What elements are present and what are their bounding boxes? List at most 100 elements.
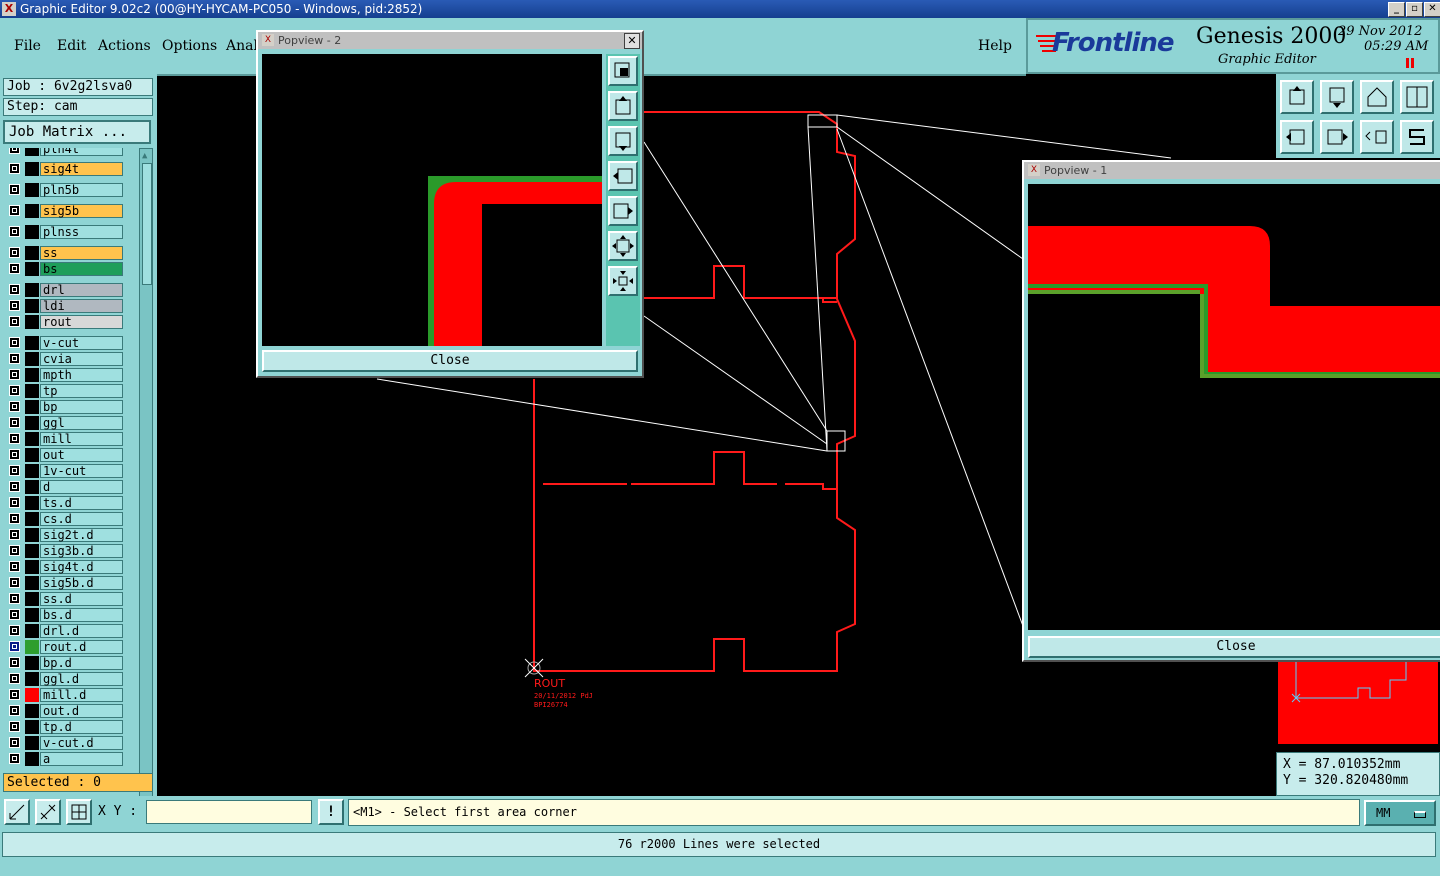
layer-color-swatch[interactable] [25,512,39,526]
layer-checkbox[interactable] [9,577,20,588]
layer-checkbox[interactable] [9,284,20,295]
layer-row[interactable]: rout [5,315,137,330]
layer-color-swatch[interactable] [25,496,39,510]
info-icon[interactable]: ! [318,799,344,825]
layer-color-swatch[interactable] [25,283,39,297]
layer-name[interactable]: sig4t.d [40,560,123,574]
layer-checkbox[interactable] [9,497,20,508]
layer-row[interactable]: cvia [5,352,137,367]
menu-file[interactable]: File [14,38,41,54]
layer-row[interactable]: sig5b.d [5,576,137,591]
layer-name[interactable]: bs [40,262,123,276]
layer-checkbox[interactable] [9,753,20,764]
layer-color-swatch[interactable] [25,225,39,239]
zoom-out-icon[interactable] [608,266,638,296]
layer-name[interactable]: out.d [40,704,123,718]
layer-color-swatch[interactable] [25,384,39,398]
layer-checkbox[interactable] [9,226,20,237]
layer-row[interactable]: bp.d [5,656,137,671]
layer-checkbox[interactable] [9,593,20,604]
minimize-button[interactable]: _ [1388,2,1405,17]
layer-row[interactable]: ldi [5,299,137,314]
menu-edit[interactable]: Edit [57,38,86,54]
close-window-button[interactable]: ✕ [1424,2,1440,17]
layer-checkbox[interactable] [9,369,20,380]
menu-options[interactable]: Options [162,38,217,54]
layer-name[interactable]: sig2t.d [40,528,123,542]
layer-color-swatch[interactable] [25,315,39,329]
layer-name[interactable]: sig5b.d [40,576,123,590]
units-select[interactable]: MM [1364,800,1436,826]
layer-name[interactable]: plnss [40,225,123,239]
popview-2-close-button[interactable]: Close [262,350,638,372]
menu-actions[interactable]: Actions [98,38,151,54]
layer-color-swatch[interactable] [25,148,39,156]
layer-checkbox[interactable] [9,705,20,716]
layer-row[interactable]: d [5,480,137,495]
layer-row[interactable]: pln4t [5,148,137,157]
layer-name[interactable]: out [40,448,123,462]
home-view-icon[interactable] [1360,80,1394,114]
job-matrix-button[interactable]: Job Matrix ... [3,120,151,144]
layer-name[interactable]: pln5b [40,183,123,197]
layer-row[interactable]: 1v-cut [5,464,137,479]
menu-analysis[interactable]: Anal [226,38,258,54]
layer-checkbox[interactable] [9,561,20,572]
layer-row[interactable]: sig5b [5,204,137,219]
layer-checkbox[interactable] [9,449,20,460]
layer-row[interactable]: sig4t.d [5,560,137,575]
layer-checkbox[interactable] [9,353,20,364]
layer-name[interactable]: ss [40,246,123,260]
layer-scrollbar[interactable]: ▲ ▼ [139,148,153,842]
layer-checkbox[interactable] [9,247,20,258]
undo-view-icon[interactable] [1360,120,1394,154]
layer-name[interactable]: sig3b.d [40,544,123,558]
layer-checkbox[interactable] [9,529,20,540]
layer-color-swatch[interactable] [25,480,39,494]
layer-name[interactable]: drl [40,283,123,297]
layer-checkbox[interactable] [9,657,20,668]
layer-name[interactable]: d [40,480,123,494]
popview-pan-up-icon[interactable] [608,91,638,121]
layer-color-swatch[interactable] [25,528,39,542]
layer-color-swatch[interactable] [25,560,39,574]
layer-row[interactable]: sig3b.d [5,544,137,559]
layer-color-swatch[interactable] [25,544,39,558]
layer-name[interactable]: ggl [40,416,123,430]
pause-icon[interactable] [1406,58,1414,68]
layer-checkbox[interactable] [9,148,20,154]
overview-map[interactable] [1278,660,1438,744]
layer-name[interactable]: ldi [40,299,123,313]
layer-name[interactable]: mill [40,432,123,446]
pan-up-icon[interactable] [1280,80,1314,114]
layer-color-swatch[interactable] [25,464,39,478]
layer-checkbox[interactable] [9,465,20,476]
layer-row[interactable]: bs.d [5,608,137,623]
layer-color-swatch[interactable] [25,162,39,176]
layer-row[interactable]: out.d [5,704,137,719]
fit-view-icon[interactable] [1400,80,1434,114]
layer-row[interactable]: bp [5,400,137,415]
layer-checkbox[interactable] [9,385,20,396]
layer-color-swatch[interactable] [25,368,39,382]
layer-row[interactable]: ggl [5,416,137,431]
layer-name[interactable]: a [40,752,123,766]
layer-checkbox[interactable] [9,689,20,700]
layer-name[interactable]: ts.d [40,496,123,510]
layer-row[interactable]: sig2t.d [5,528,137,543]
layer-name[interactable]: pln4t [40,148,123,156]
pan-left-icon[interactable] [1280,120,1314,154]
layer-checkbox[interactable] [9,316,20,327]
popview-pan-left-icon[interactable] [608,161,638,191]
layer-name[interactable]: v-cut [40,336,123,350]
zoom-window-icon[interactable] [608,56,638,86]
layer-row[interactable]: v-cut.d [5,736,137,751]
layer-checkbox[interactable] [9,737,20,748]
layer-checkbox[interactable] [9,609,20,620]
measure-icon[interactable] [35,799,61,825]
layer-row[interactable]: sig4t [5,162,137,177]
restore-button[interactable]: ▫ [1406,2,1423,17]
layer-checkbox[interactable] [9,513,20,524]
layer-name[interactable]: cvia [40,352,123,366]
layer-color-swatch[interactable] [25,720,39,734]
